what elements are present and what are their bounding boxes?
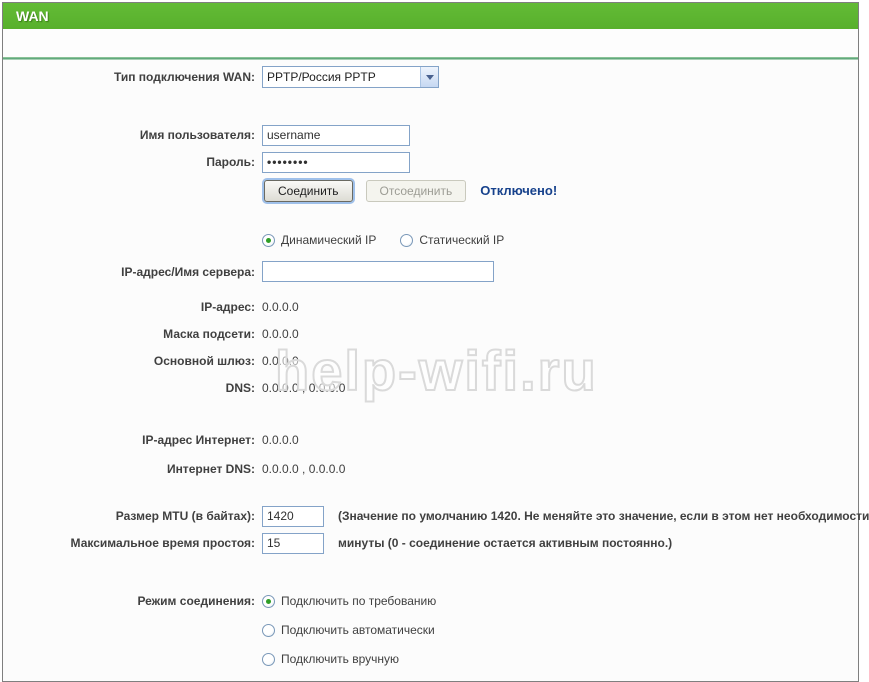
radio-item-connect-on-demand[interactable]: Подключить по требованию <box>262 594 436 608</box>
wan-settings-panel: WAN Тип подключения WAN: PPTP/Россия PPT… <box>2 2 859 682</box>
password-input[interactable] <box>262 152 410 173</box>
wan-type-selected-value: PPTP/Россия PPTP <box>263 70 420 84</box>
radio-dynamic-ip-label: Динамический IP <box>281 233 376 247</box>
mtu-row: Размер MTU (в байтах): (Значение по умол… <box>3 505 858 527</box>
connection-mode-label: Режим соединения: <box>3 594 255 608</box>
internet-ip-label: IP-адрес Интернет: <box>3 433 255 447</box>
radio-static-ip-icon[interactable] <box>400 234 413 247</box>
internet-ip-row: IP-адрес Интернет: 0.0.0.0 <box>3 432 858 447</box>
dns-value: 0.0.0.0 , 0.0.0.0 <box>262 381 345 395</box>
radio-connect-on-demand-label: Подключить по требованию <box>281 594 436 608</box>
internet-ip-value: 0.0.0.0 <box>262 433 299 447</box>
radio-item-connect-automatically[interactable]: Подключить автоматически <box>262 623 435 637</box>
ip-value: 0.0.0.0 <box>262 300 299 314</box>
password-row: Пароль: <box>3 151 858 173</box>
password-label: Пароль: <box>3 155 255 169</box>
ip-label: IP-адрес: <box>3 300 255 314</box>
wan-form: Тип подключения WAN: PPTP/Россия PPTP Им… <box>3 60 858 666</box>
radio-connect-on-demand-icon[interactable] <box>262 595 275 608</box>
username-label: Имя пользователя: <box>3 128 255 142</box>
gateway-row: Основной шлюз: 0.0.0.0 <box>3 353 858 368</box>
gateway-label: Основной шлюз: <box>3 354 255 368</box>
disconnect-button: Отсоединить <box>366 180 467 202</box>
server-row: IP-адрес/Имя сервера: <box>3 260 858 283</box>
radio-connect-automatically-label: Подключить автоматически <box>281 623 435 637</box>
mask-label: Маска подсети: <box>3 327 255 341</box>
wan-type-label: Тип подключения WAN: <box>3 70 255 84</box>
radio-connect-automatically-icon[interactable] <box>262 624 275 637</box>
connection-mode-row: Режим соединения: Подключить по требован… <box>3 594 858 666</box>
dns-row: DNS: 0.0.0.0 , 0.0.0.0 <box>3 380 858 395</box>
connection-status: Отключено! <box>480 183 557 198</box>
radio-item-dynamic-ip[interactable]: Динамический IP <box>262 233 376 247</box>
mtu-label: Размер MTU (в байтах): <box>3 509 255 523</box>
header-gap <box>3 29 858 57</box>
internet-dns-row: Интернет DNS: 0.0.0.0 , 0.0.0.0 <box>3 461 858 476</box>
radio-connect-manually-label: Подключить вручную <box>281 652 399 666</box>
connect-button[interactable]: Соединить <box>264 180 353 202</box>
mask-row: Маска подсети: 0.0.0.0 <box>3 326 858 341</box>
idle-time-input[interactable] <box>262 533 324 554</box>
address-mode-row: Динамический IP Статический IP <box>3 233 858 247</box>
radio-item-connect-manually[interactable]: Подключить вручную <box>262 652 399 666</box>
ip-row: IP-адрес: 0.0.0.0 <box>3 299 858 314</box>
wan-type-select[interactable]: PPTP/Россия PPTP <box>262 66 439 88</box>
radio-item-static-ip[interactable]: Статический IP <box>400 233 504 247</box>
mtu-note: (Значение по умолчанию 1420. Не меняйте … <box>338 509 869 523</box>
idle-time-note: минуты (0 - соединение остается активным… <box>338 536 672 550</box>
radio-connect-manually-icon[interactable] <box>262 653 275 666</box>
username-input[interactable] <box>262 125 410 146</box>
chevron-down-icon[interactable] <box>420 67 438 87</box>
server-input[interactable] <box>262 261 494 282</box>
idle-time-row: Максимальное время простоя: минуты (0 - … <box>3 532 858 554</box>
server-label: IP-адрес/Имя сервера: <box>3 265 255 279</box>
radio-dynamic-ip-icon[interactable] <box>262 234 275 247</box>
idle-time-label: Максимальное время простоя: <box>3 536 255 550</box>
mask-value: 0.0.0.0 <box>262 327 299 341</box>
username-row: Имя пользователя: <box>3 124 858 146</box>
internet-dns-label: Интернет DNS: <box>3 462 255 476</box>
mtu-input[interactable] <box>262 506 324 527</box>
wan-type-row: Тип подключения WAN: PPTP/Россия PPTP <box>3 66 858 88</box>
page-title: WAN <box>3 3 858 29</box>
radio-static-ip-label: Статический IP <box>419 233 504 247</box>
internet-dns-value: 0.0.0.0 , 0.0.0.0 <box>262 462 345 476</box>
dns-label: DNS: <box>3 381 255 395</box>
connect-buttons-row: Соединить Отсоединить Отключено! <box>3 179 858 202</box>
gateway-value: 0.0.0.0 <box>262 354 299 368</box>
